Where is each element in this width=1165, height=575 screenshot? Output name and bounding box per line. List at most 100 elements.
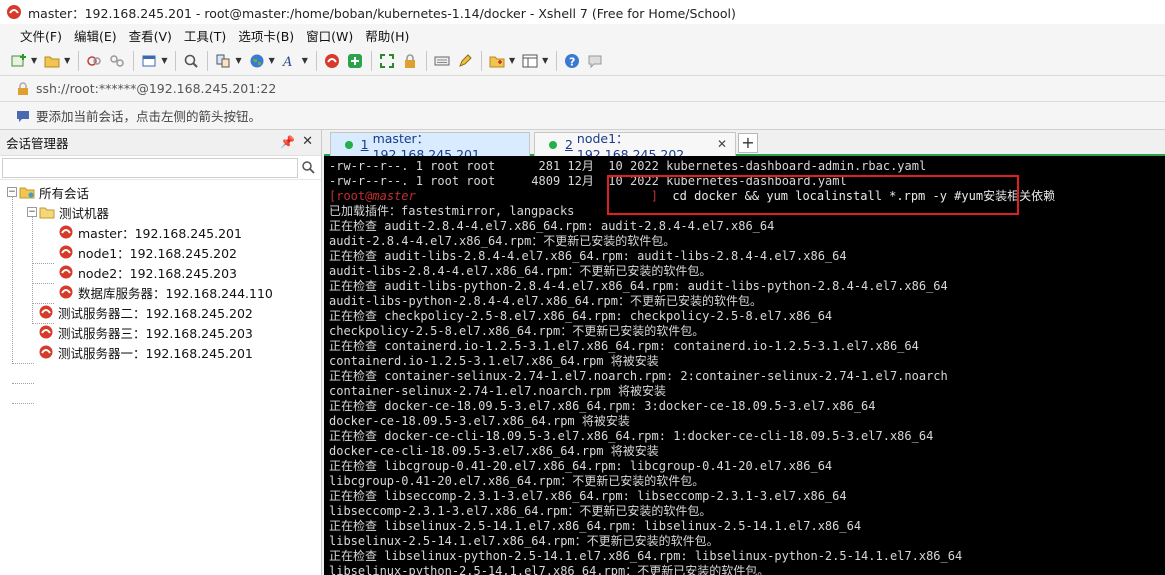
add-tab-button[interactable]: + (738, 133, 758, 153)
xftp-icon (347, 53, 362, 68)
session-manager-panel: 会话管理器 📌 ✕ − 所有会话 − 测试机器 master：192.168.2… (0, 130, 322, 575)
prompt-host: master (372, 189, 416, 203)
tree-label: 测试机器 (59, 205, 110, 221)
terminal-screen[interactable]: -rw-r--r--. 1 root root 281 12月 10 2022 … (324, 156, 1165, 575)
tree-session-item[interactable]: 测试服务器二：192.168.245.202 (0, 302, 321, 322)
tree-session-item[interactable]: 数据库服务器：192.168.244.110 (0, 282, 321, 302)
menu-view[interactable]: 查看(V) (123, 26, 178, 45)
find-button[interactable] (180, 50, 202, 72)
tree-label: 所有会话 (39, 185, 90, 201)
disconnect-button[interactable] (106, 50, 128, 72)
terminal-line: 正在检查 checkpolicy-2.5-8.el7.x86_64.rpm: c… (329, 309, 833, 323)
tree-label: 数据库服务器：192.168.244.110 (78, 285, 273, 301)
toolbar-divider (78, 50, 80, 71)
title-bar: master：192.168.245.201 - root@master:/ho… (0, 0, 1165, 24)
properties-button[interactable] (138, 50, 160, 72)
tree-session-item[interactable]: 测试服务器三：192.168.245.203 (0, 322, 321, 342)
tree-group-test-machines[interactable]: − 测试机器 (0, 202, 321, 222)
connected-status-icon (549, 140, 557, 149)
terminal-line: audit-2.8.4-4.el7.x86_64.rpm：不更新已安装的软件包。 (329, 234, 676, 248)
new-session-icon (11, 53, 26, 66)
terminal-line: 正在检查 docker-ce-18.09.5-3.el7.x86_64.rpm:… (329, 399, 876, 413)
open-folder-icon (44, 56, 60, 67)
search-icon[interactable] (301, 160, 315, 174)
toolbar: ▼ ▼ ▼ ▼ ▼ A ▼ ▼ ▼ ? (0, 46, 1165, 76)
font-icon: A (282, 55, 292, 69)
chevron-down-icon[interactable]: ▼ (31, 56, 37, 65)
toolbar-divider (425, 50, 427, 71)
lock-icon (404, 53, 415, 68)
tree-root-all-sessions[interactable]: − 所有会话 (0, 182, 321, 202)
tree-session-item[interactable]: master：192.168.245.201 (0, 222, 321, 242)
close-icon[interactable]: ✕ (302, 134, 313, 149)
prompt-user: root (336, 189, 366, 203)
session-search-bar (0, 156, 321, 180)
help-button[interactable]: ? (561, 50, 583, 72)
menu-edit[interactable]: 编辑(E) (68, 26, 123, 45)
terminal-line: docker-ce-cli-18.09.5-3.el7.x86_64.rpm 将… (329, 444, 659, 458)
terminal-line: 已加载插件：fastestmirror, langpacks (329, 204, 575, 218)
chevron-down-icon[interactable]: ▼ (269, 56, 275, 65)
terminal-line: 正在检查 audit-libs-2.8.4-4.el7.x86_64.rpm: … (329, 249, 847, 263)
chevron-down-icon[interactable]: ▼ (64, 56, 70, 65)
xshell-session-icon (59, 285, 73, 299)
tree-label: 测试服务器一：192.168.245.201 (58, 345, 253, 361)
chevron-down-icon[interactable]: ▼ (235, 56, 241, 65)
terminal-line: 正在检查 container-selinux-2.74-1.el7.noarch… (329, 369, 948, 383)
speech-bubble-icon[interactable] (16, 109, 30, 123)
add-folder-button[interactable] (486, 50, 508, 72)
terminal-line: 正在检查 libcgroup-0.41-20.el7.x86_64.rpm: l… (329, 459, 833, 473)
reconnect-button[interactable] (83, 50, 105, 72)
svg-text:A: A (282, 55, 292, 69)
tree-session-item[interactable]: node2：192.168.245.203 (0, 262, 321, 282)
open-folder-button[interactable] (41, 50, 63, 72)
new-session-button[interactable] (8, 50, 30, 72)
session-manager-title: 会话管理器 (6, 136, 69, 151)
session-tree: − 所有会话 − 测试机器 master：192.168.245.201 nod… (0, 180, 321, 404)
pin-icon[interactable]: 📌 (280, 135, 295, 149)
chevron-down-icon[interactable]: ▼ (509, 56, 515, 65)
fullscreen-icon (379, 53, 394, 68)
tree-session-item[interactable]: 测试服务器一：192.168.245.201 (0, 342, 321, 362)
layout-icon (522, 54, 538, 67)
collapse-icon[interactable]: − (27, 207, 37, 217)
keyboard-button[interactable] (431, 50, 453, 72)
help-icon: ? (565, 53, 580, 68)
session-tab-bar: 1 master：192.168.245.201 2 node1：192.168… (324, 130, 1165, 162)
layout-button[interactable] (519, 50, 541, 72)
globe-button[interactable] (246, 50, 268, 72)
session-search-input[interactable] (2, 157, 298, 178)
chat-button[interactable] (584, 50, 606, 72)
chevron-down-icon[interactable]: ▼ (542, 56, 548, 65)
xshell-session-icon (39, 325, 53, 339)
terminal-line: 正在检查 docker-ce-cli-18.09.5-3.el7.x86_64.… (329, 429, 934, 443)
lock-icon (18, 81, 28, 95)
session-address[interactable]: ssh://root:******@192.168.245.201:22 (36, 81, 276, 96)
terminal-line: libselinux-python-2.5-14.1.el7.x86_64.rp… (329, 564, 770, 575)
close-icon[interactable]: ✕ (717, 137, 727, 151)
menu-tools[interactable]: 工具(T) (178, 26, 232, 45)
chevron-down-icon[interactable]: ▼ (302, 56, 308, 65)
collapse-icon[interactable]: − (7, 187, 17, 197)
tree-guide-line (12, 403, 34, 404)
xshell-button[interactable] (321, 50, 343, 72)
font-button[interactable]: A (279, 50, 301, 72)
menu-file[interactable]: 文件(F) (14, 26, 68, 45)
tree-session-item[interactable]: node1：192.168.245.202 (0, 242, 321, 262)
menu-tabs[interactable]: 选项卡(B) (232, 26, 300, 45)
tab-master[interactable]: 1 master：192.168.245.201 (330, 131, 530, 162)
tree-label: 测试服务器三：192.168.245.203 (58, 325, 253, 341)
menu-help[interactable]: 帮助(H) (359, 26, 415, 45)
tab-node1[interactable]: 2 node1：192.168.245.202 ✕ (534, 131, 736, 162)
fullscreen-button[interactable] (376, 50, 398, 72)
tree-label: 测试服务器二：192.168.245.202 (58, 305, 253, 321)
pen-button[interactable] (454, 50, 476, 72)
lock-button[interactable] (399, 50, 421, 72)
toolbar-divider (370, 50, 372, 71)
xftp-button[interactable] (344, 50, 366, 72)
tree-label: node2：192.168.245.203 (78, 265, 238, 281)
tree-label: master：192.168.245.201 (78, 225, 242, 241)
transfer-button[interactable] (212, 50, 234, 72)
chevron-down-icon[interactable]: ▼ (161, 56, 167, 65)
menu-window[interactable]: 窗口(W) (300, 26, 359, 45)
